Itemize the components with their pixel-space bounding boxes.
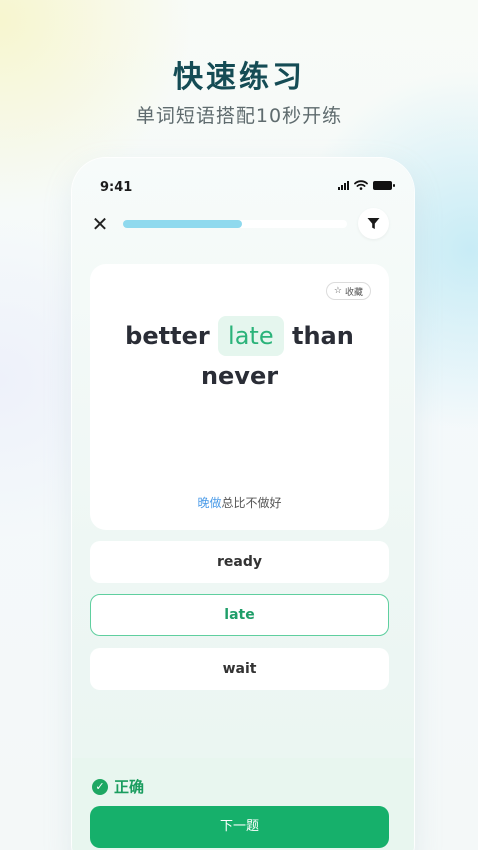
- status-time: 9:41: [100, 180, 133, 195]
- option-ready[interactable]: ready: [90, 541, 389, 583]
- signal-icon: [338, 180, 349, 190]
- sentence: better late than never: [90, 316, 389, 396]
- next-question-button[interactable]: 下一题: [90, 806, 389, 848]
- check-circle-icon: ✓: [92, 778, 108, 795]
- battery-icon: [373, 180, 395, 190]
- result-status: ✓ 正确: [92, 776, 144, 797]
- promo-headline: 快速练习: [173, 60, 305, 95]
- option-late[interactable]: late: [90, 594, 389, 636]
- result-label: 正确: [114, 778, 145, 796]
- translation: 晚做总比不做好: [90, 494, 389, 511]
- translation-highlight: 晚做: [197, 496, 222, 510]
- star-icon: ☆: [333, 286, 342, 296]
- progress-fill: [123, 220, 242, 228]
- answer-footer: ✓ 正确 下一题: [72, 758, 414, 850]
- favorite-label: 收藏: [344, 287, 363, 298]
- close-icon[interactable]: ✕: [90, 214, 110, 234]
- translation-rest: 总比不做好: [221, 496, 282, 510]
- promo-subline: 单词短语搭配10秒开练: [135, 105, 343, 127]
- status-icons: [338, 180, 395, 190]
- phone-frame: 9:41 ✕ ☆ 收藏 better late than never 晚做总比不…: [72, 158, 414, 850]
- filter-button[interactable]: [358, 208, 389, 239]
- filter-icon: [367, 218, 380, 229]
- question-card: ☆ 收藏 better late than never 晚做总比不做好: [90, 264, 389, 530]
- sentence-blank-word: late: [218, 316, 284, 356]
- favorite-button[interactable]: ☆ 收藏: [325, 282, 371, 300]
- option-wait[interactable]: wait: [90, 648, 389, 690]
- wifi-icon: [354, 180, 368, 190]
- sentence-before: better: [125, 322, 219, 350]
- progress-bar: [123, 220, 347, 228]
